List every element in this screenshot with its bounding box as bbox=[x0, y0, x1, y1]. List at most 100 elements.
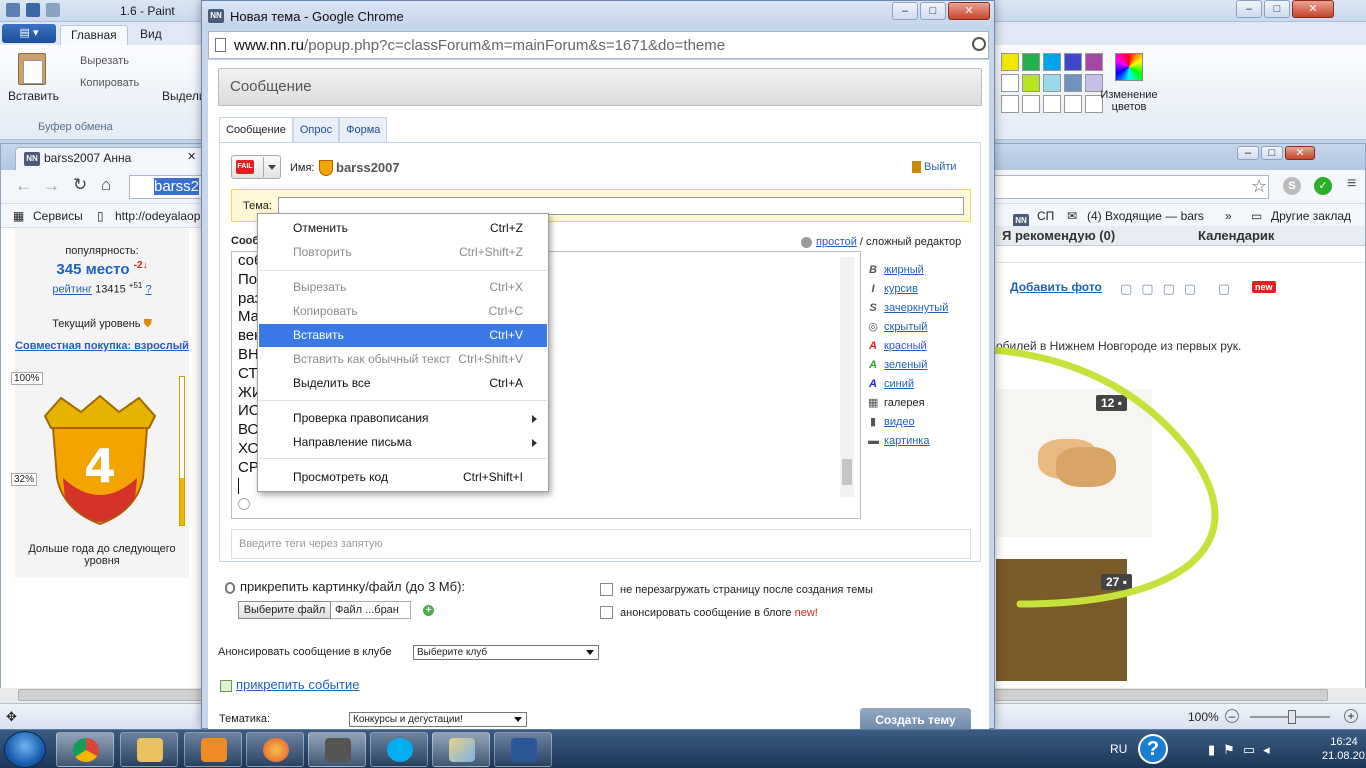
color-swatch[interactable] bbox=[1022, 95, 1040, 113]
minimize-button[interactable]: – bbox=[892, 2, 918, 20]
color-swatch[interactable] bbox=[1064, 95, 1082, 113]
reload-icon[interactable]: ↻ bbox=[73, 175, 87, 195]
rating-link[interactable]: рейтинг bbox=[52, 284, 92, 296]
format-label[interactable]: красный bbox=[884, 340, 927, 352]
format-item[interactable]: Bжирный bbox=[868, 261, 948, 280]
bookmark-sp[interactable]: СП bbox=[1037, 209, 1054, 223]
announce-blog-checkbox[interactable] bbox=[600, 606, 613, 619]
color-swatch[interactable] bbox=[1001, 74, 1019, 92]
taskbar-paint[interactable] bbox=[432, 732, 490, 767]
popup-address-bar[interactable]: www.nn.ru/popup.php?c=classForum&m=mainF… bbox=[208, 31, 989, 59]
format-label[interactable]: картинка bbox=[884, 435, 929, 447]
minimize-button[interactable]: – bbox=[1237, 146, 1259, 160]
clock[interactable]: 16:2421.08.2016 bbox=[1322, 735, 1366, 763]
close-button[interactable]: ✕ bbox=[1292, 0, 1334, 18]
format-item[interactable]: ▬ картинка bbox=[868, 432, 948, 451]
create-topic-button[interactable]: Создать тему bbox=[860, 708, 971, 729]
taskbar-media[interactable] bbox=[184, 732, 242, 767]
format-label[interactable]: зеленый bbox=[884, 359, 927, 371]
maximize-button[interactable]: □ bbox=[1261, 146, 1283, 160]
format-item[interactable]: Aзеленый bbox=[868, 356, 948, 375]
edit-colors-icon[interactable] bbox=[1115, 53, 1143, 81]
home-icon[interactable]: ⌂ bbox=[101, 175, 111, 195]
format-label[interactable]: курсив bbox=[884, 283, 918, 295]
club-select[interactable]: Выберите клуб bbox=[413, 645, 599, 660]
apps-icon[interactable]: ▦ bbox=[13, 209, 24, 223]
attach-event-link[interactable]: прикрепить событие bbox=[220, 677, 359, 692]
theme-select[interactable]: Конкурсы и дегустации! bbox=[349, 712, 527, 727]
no-reload-checkbox[interactable] bbox=[600, 583, 613, 596]
format-item[interactable]: ▦ галерея bbox=[868, 394, 948, 413]
close-button[interactable]: ✕ bbox=[948, 2, 990, 20]
menu-icon[interactable]: ≡ bbox=[1347, 175, 1356, 193]
complex-editor-link[interactable]: / сложный редактор bbox=[857, 236, 961, 248]
context-menu-item[interactable]: Проверка правописания bbox=[259, 407, 547, 430]
format-item[interactable]: Aкрасный bbox=[868, 337, 948, 356]
format-label[interactable]: скрытый bbox=[884, 321, 927, 333]
format-item[interactable]: Sзачеркнутый bbox=[868, 299, 948, 318]
color-palette[interactable] bbox=[1001, 53, 1103, 113]
zoom-icon[interactable] bbox=[972, 37, 986, 51]
no-reload-label[interactable]: не перезагружать страницу после создания… bbox=[620, 584, 873, 596]
format-item[interactable]: Aсиний bbox=[868, 375, 948, 394]
recommend-tab[interactable]: Я рекомендую (0) bbox=[1002, 228, 1115, 243]
bookmark-services[interactable]: Сервисы bbox=[33, 209, 83, 223]
close-button[interactable]: ✕ bbox=[1285, 146, 1315, 160]
color-swatch[interactable] bbox=[1064, 53, 1082, 71]
rating-help-link[interactable]: ? bbox=[145, 284, 151, 296]
taskbar-skype[interactable] bbox=[370, 732, 428, 767]
cut-button[interactable]: Вырезать bbox=[80, 55, 129, 67]
context-menu-item[interactable]: Отменить Ctrl+Z bbox=[259, 217, 547, 240]
logout-icon[interactable] bbox=[912, 161, 921, 173]
color-swatch[interactable] bbox=[1043, 53, 1061, 71]
post-style-dropdown[interactable]: FAIL bbox=[231, 155, 281, 179]
tab-form[interactable]: Форма bbox=[339, 117, 388, 143]
zoom-out-button[interactable]: – bbox=[1225, 709, 1239, 723]
taskbar-chrome[interactable] bbox=[56, 732, 114, 767]
taskbar-firefox[interactable] bbox=[246, 732, 304, 767]
add-photo-link[interactable]: Добавить фото bbox=[1010, 280, 1102, 294]
color-swatch[interactable] bbox=[1043, 95, 1061, 113]
copy-button[interactable]: Копировать bbox=[80, 77, 139, 89]
announce-blog-label[interactable]: анонсировать сообщение в блоге new! bbox=[620, 607, 818, 619]
album-tool-icons[interactable]: ▢▢▢▢ ▢ bbox=[1120, 281, 1239, 297]
format-label[interactable]: галерея bbox=[884, 397, 925, 409]
tab-close-icon[interactable]: ✕ bbox=[187, 150, 196, 163]
tags-input[interactable]: Введите теги через запятую bbox=[231, 529, 971, 559]
color-swatch[interactable] bbox=[1001, 95, 1019, 113]
color-swatch[interactable] bbox=[1043, 74, 1061, 92]
tab-view[interactable]: Вид bbox=[130, 25, 172, 45]
forward-icon[interactable]: → bbox=[43, 176, 60, 196]
taskbar-explorer[interactable] bbox=[120, 732, 178, 767]
color-swatch[interactable] bbox=[1022, 74, 1040, 92]
scrollbar-thumb[interactable] bbox=[842, 459, 852, 485]
edit-colors-label[interactable]: Изменение цветов bbox=[1098, 89, 1160, 113]
format-label[interactable]: синий bbox=[884, 378, 914, 390]
paint-menu-button[interactable]: ▤ ▾ bbox=[2, 24, 56, 43]
format-label[interactable]: жирный bbox=[884, 264, 924, 276]
tray-icons[interactable]: ▮⚑▭◂ bbox=[1208, 742, 1278, 758]
start-button[interactable] bbox=[4, 731, 46, 768]
context-menu-item[interactable]: Вставить Ctrl+V bbox=[259, 324, 547, 347]
taskbar-app[interactable] bbox=[308, 732, 366, 767]
zoom-slider-thumb[interactable] bbox=[1288, 710, 1296, 724]
check-ext-icon[interactable]: ✓ bbox=[1314, 177, 1332, 195]
smiley-icon[interactable] bbox=[238, 498, 250, 510]
more-bookmarks-icon[interactable]: » bbox=[1225, 209, 1232, 223]
taskbar-word[interactable] bbox=[494, 732, 552, 767]
bookmark-star-icon[interactable]: ☆ bbox=[1251, 176, 1267, 197]
tab-home[interactable]: Главная bbox=[60, 25, 128, 45]
format-label[interactable]: зачеркнутый bbox=[884, 302, 948, 314]
format-item[interactable]: Iкурсив bbox=[868, 280, 948, 299]
back-icon[interactable]: ← bbox=[15, 176, 32, 196]
paste-label[interactable]: Вставить bbox=[8, 89, 59, 103]
context-menu-item[interactable]: Просмотреть код Ctrl+Shift+I bbox=[259, 466, 547, 489]
select-button[interactable]: Выдели bbox=[162, 89, 206, 103]
bookmark-inbox[interactable]: (4) Входящие — bars bbox=[1087, 209, 1204, 223]
logout-link[interactable]: Выйти bbox=[924, 161, 957, 173]
skype-ext-icon[interactable]: S bbox=[1283, 177, 1301, 195]
paste-icon[interactable] bbox=[18, 53, 46, 85]
undo-icon[interactable] bbox=[26, 3, 40, 17]
redo-icon[interactable] bbox=[46, 3, 60, 17]
minimize-button[interactable]: – bbox=[1236, 0, 1262, 18]
